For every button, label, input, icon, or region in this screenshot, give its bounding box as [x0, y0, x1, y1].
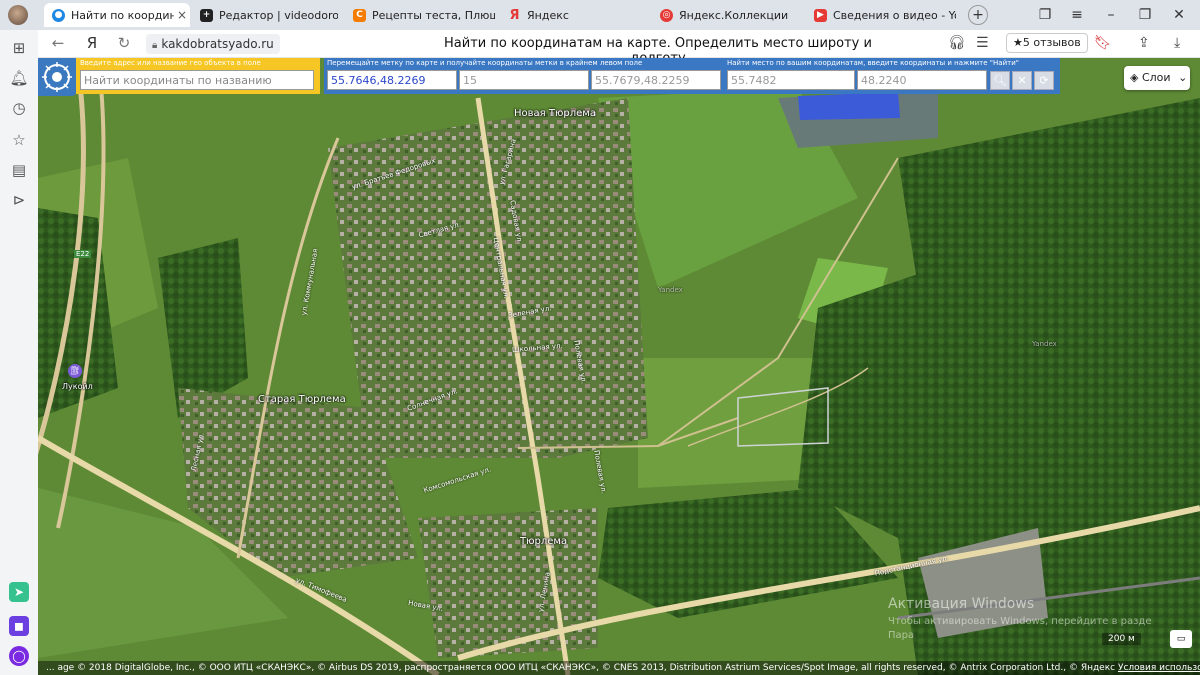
marker-coords-field[interactable]: [327, 70, 457, 90]
bell-icon[interactable]: 🔔︎: [9, 68, 29, 88]
tab-find-coordinates[interactable]: ● Найти по координатам ×: [44, 3, 190, 27]
terms-link[interactable]: Условия использования: [1118, 663, 1200, 673]
coords-hint: Перемещайте метку по карте и получайте к…: [327, 59, 643, 67]
clear-icon[interactable]: ✕: [1012, 71, 1032, 90]
url-field[interactable]: 🔒︎ kakdobratsyado.ru: [146, 34, 280, 54]
map-label-lukoil: Лукойл: [62, 382, 93, 391]
windows-activation-watermark: Активация Windows: [888, 596, 1035, 612]
layers-label: Слои: [1141, 71, 1171, 84]
tab-editor[interactable]: + Редактор | videodorogros: [192, 3, 338, 27]
browser-sidebar: ⊞ 🔔︎ ◷ ☆ ▤ ⊳ ➤ ◼ ◯: [0, 30, 38, 675]
windows-activation-subtext-2: Пара: [888, 630, 915, 641]
zoom-field[interactable]: [459, 70, 589, 90]
youtube-icon: ▶: [814, 8, 827, 22]
yandex-home-icon[interactable]: Я: [82, 34, 102, 52]
restore-button[interactable]: ❐: [1134, 4, 1156, 26]
new-tab-button[interactable]: +: [968, 5, 988, 25]
satellite-map[interactable]: Новая Тюрлема Старая Тюрлема Тюрлема Лук…: [38, 58, 1200, 675]
back-icon[interactable]: ←: [48, 34, 68, 52]
close-icon[interactable]: ×: [174, 8, 190, 22]
menu-icon[interactable]: ≡: [1066, 4, 1088, 26]
find-by-coords-panel: Найти место по вашим координатам, введит…: [724, 58, 1060, 94]
lock-icon: 🔒︎: [152, 40, 158, 51]
ruler-icon[interactable]: ▭: [1170, 630, 1192, 648]
recipe-icon: C: [353, 8, 366, 22]
chevron-down-icon: ⌄: [1178, 71, 1188, 84]
tab-youtube[interactable]: ▶ Сведения о видео - YouT: [806, 3, 956, 27]
map-label-staraya-tyurlema: Старая Тюрлема: [258, 394, 346, 405]
url-text: kakdobratsyado.ru: [161, 37, 274, 51]
map-watermark-yandex: Yandex: [658, 286, 683, 294]
star-icon[interactable]: ☆: [9, 130, 29, 150]
center-coords-field[interactable]: [591, 70, 721, 90]
tab-title: Редактор | videodorogros: [219, 8, 338, 22]
tab-recipes[interactable]: C Рецепты теста, Плюшка к: [345, 3, 495, 27]
search-icon[interactable]: 🔍︎: [990, 71, 1010, 90]
latitude-field[interactable]: [727, 70, 855, 90]
longitude-field[interactable]: [857, 70, 987, 90]
map-imagery: [38, 58, 1200, 675]
tab-title: Яндекс: [527, 8, 569, 22]
tab-title: Сведения о видео - YouT: [833, 8, 956, 22]
close-window-button[interactable]: ✕: [1168, 4, 1190, 26]
tab-title: Яндекс.Коллекции: [679, 8, 789, 22]
highway-shield: E22: [74, 250, 92, 258]
tab-yandex[interactable]: Я Яндекс: [500, 3, 650, 27]
tabs-overview-icon[interactable]: ❐: [1034, 4, 1056, 26]
map-label-novaya-tyurlema: Новая Тюрлема: [514, 108, 596, 119]
reader-icon[interactable]: ☰: [976, 35, 989, 51]
map-scale: 200 м: [1102, 633, 1141, 645]
fuel-station-icon[interactable]: ⛽︎: [68, 364, 82, 378]
zen-icon[interactable]: ◼: [9, 616, 29, 636]
globe-icon: ●: [52, 8, 65, 22]
layers-icon: ◈: [1130, 71, 1139, 84]
tab-bar: ● Найти по координатам × + Редактор | vi…: [0, 0, 1200, 30]
map-copyright: ... age © 2018 DigitalGlobe, Inc., © ООО…: [38, 661, 1200, 675]
marker-coords-panel: Перемещайте метку по карте и получайте к…: [324, 58, 724, 94]
tab-collections[interactable]: ◎ Яндекс.Коллекции: [652, 3, 802, 27]
tab-title: Рецепты теста, Плюшка к: [372, 8, 495, 22]
map-label-tyurlema: Тюрлема: [520, 536, 568, 547]
notes-icon[interactable]: ▤: [9, 160, 29, 180]
logo-sun-icon: [42, 62, 72, 92]
refresh-icon[interactable]: ⟳: [1034, 71, 1054, 90]
profile-avatar[interactable]: [8, 5, 28, 25]
layers-button[interactable]: ◈ Слои ⌄: [1124, 66, 1190, 90]
reload-icon[interactable]: ↻: [114, 34, 134, 52]
map-watermark-yandex: Yandex: [1032, 340, 1057, 348]
headphones-icon[interactable]: 🎧︎: [948, 35, 966, 51]
history-clock-icon[interactable]: ◷: [9, 98, 29, 118]
search-hint: Введите адрес или название гео объекта в…: [80, 59, 261, 67]
tab-title: Найти по координатам: [71, 8, 174, 22]
play-icon[interactable]: ⊳: [9, 190, 29, 210]
search-input[interactable]: [80, 70, 314, 90]
copyright-text: ... age © 2018 DigitalGlobe, Inc., © ООО…: [46, 663, 1116, 673]
minimize-button[interactable]: –: [1100, 4, 1122, 26]
apps-grid-icon[interactable]: ⊞: [9, 38, 29, 58]
bookmark-icon[interactable]: 🔖︎: [1094, 35, 1112, 51]
share-icon[interactable]: ⇪: [1138, 35, 1150, 51]
collections-icon: ◎: [660, 8, 673, 22]
site-logo[interactable]: [38, 58, 76, 96]
yandex-icon: Я: [509, 7, 520, 23]
reviews-button[interactable]: ★5 отзывов: [1006, 33, 1088, 53]
search-panel: Введите адрес или название гео объекта в…: [76, 58, 320, 94]
messenger-icon[interactable]: ➤: [9, 582, 29, 602]
find-hint: Найти место по вашим координатам, введит…: [727, 59, 1019, 67]
download-icon[interactable]: ⤓: [1174, 35, 1180, 51]
plus-square-icon: +: [200, 8, 213, 22]
windows-activation-subtext: Чтобы активировать Windows, перейдите в …: [888, 616, 1152, 627]
alice-icon[interactable]: ◯: [9, 646, 29, 666]
address-bar: ← Я ↻ 🔒︎ kakdobratsyado.ru Найти по коорд…: [38, 30, 1200, 66]
